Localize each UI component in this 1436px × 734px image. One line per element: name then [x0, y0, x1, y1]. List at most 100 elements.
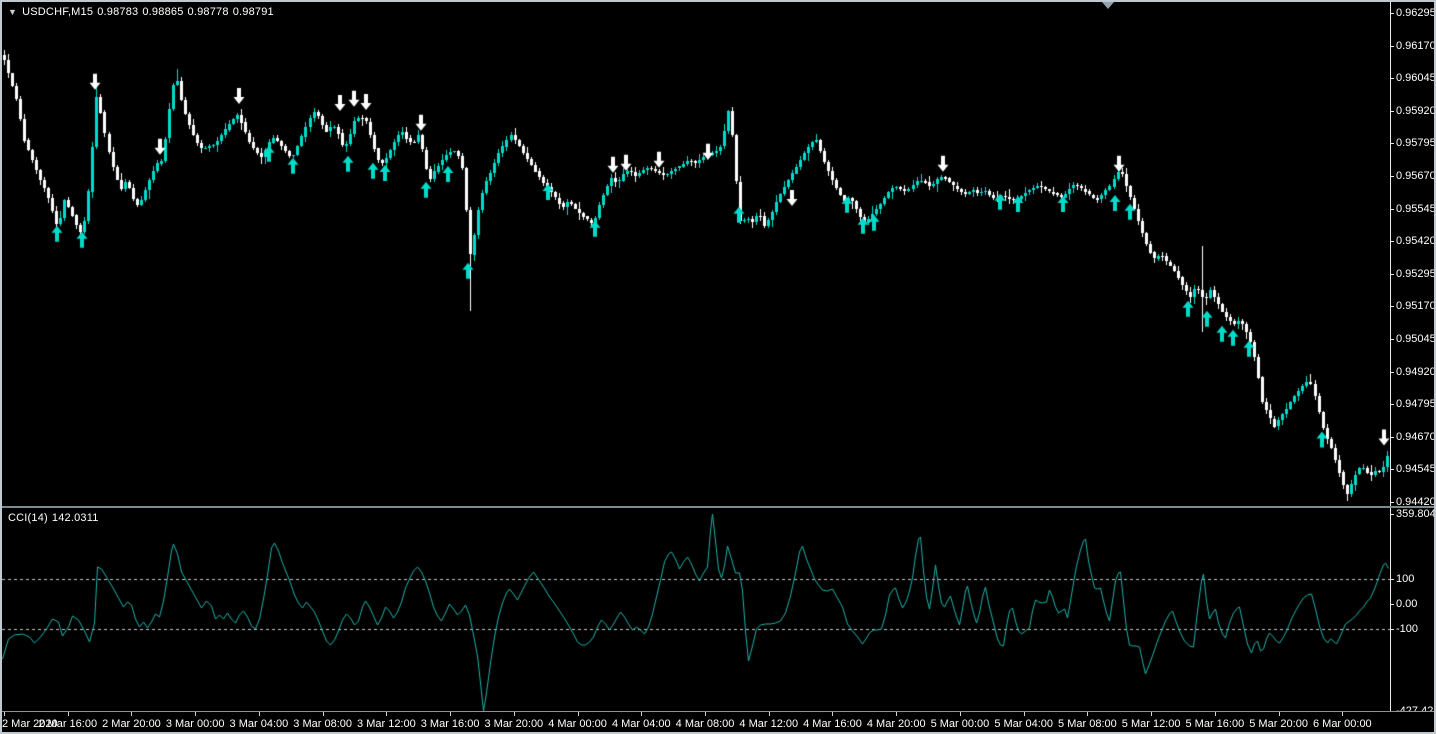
- cci-axis-label: -100: [1396, 623, 1418, 635]
- time-axis-tick: [769, 712, 770, 716]
- cci-axis-label: 0.00: [1396, 598, 1417, 610]
- time-axis-label: 5 Mar 20:00: [1249, 718, 1308, 730]
- cci-axis-label: 100: [1396, 573, 1414, 585]
- time-axis-label: 3 Mar 16:00: [421, 718, 480, 730]
- time-axis-label: 5 Mar 16:00: [1186, 718, 1245, 730]
- price-axis-tick: [1390, 143, 1394, 144]
- price-axis-tick: [1390, 306, 1394, 307]
- cci-axis-tick: [1390, 604, 1394, 605]
- price-axis-tick: [1390, 209, 1394, 210]
- time-axis-label: 5 Mar 04:00: [994, 718, 1053, 730]
- time-axis-label: 4 Mar 00:00: [548, 718, 607, 730]
- time-axis-scale[interactable]: 2 Mar 20202 Mar 16:002 Mar 20:003 Mar 00…: [2, 711, 1434, 733]
- price-axis-label: 0.94920: [1396, 366, 1436, 378]
- price-axis-tick: [1390, 13, 1394, 14]
- cci-indicator-canvas[interactable]: [2, 508, 1390, 711]
- pane-separator[interactable]: [2, 506, 1434, 508]
- time-axis-label: 4 Mar 04:00: [612, 718, 671, 730]
- price-axis-tick: [1390, 404, 1394, 405]
- time-axis-tick: [1279, 712, 1280, 716]
- price-axis-label: 0.94795: [1396, 398, 1436, 410]
- time-axis-tick: [514, 712, 515, 716]
- price-axis-label: 0.95670: [1396, 170, 1436, 182]
- time-axis-tick: [1342, 712, 1343, 716]
- price-axis-label: 0.94545: [1396, 463, 1436, 475]
- price-axis-label: 0.95420: [1396, 235, 1436, 247]
- time-axis-tick: [960, 712, 961, 716]
- chart-shift-marker[interactable]: [1102, 2, 1114, 9]
- quote-close: 0.98791: [233, 6, 274, 18]
- symbol-period-label: USDCHF,M15: [22, 6, 93, 18]
- time-axis-label: 4 Mar 20:00: [867, 718, 926, 730]
- price-axis-tick: [1390, 274, 1394, 275]
- price-axis-tick: [1390, 437, 1394, 438]
- time-axis-label: 4 Mar 16:00: [803, 718, 862, 730]
- price-axis-label: 0.95045: [1396, 333, 1436, 345]
- price-chart-canvas[interactable]: [2, 2, 1390, 506]
- price-axis-tick: [1390, 502, 1394, 503]
- price-axis-tick: [1390, 241, 1394, 242]
- time-axis-label: 3 Mar 12:00: [357, 718, 416, 730]
- price-axis-label: 0.96295: [1396, 7, 1436, 19]
- chart-window: ▼USDCHF,M150.987830.988650.987780.98791 …: [0, 0, 1436, 734]
- time-axis-tick: [323, 712, 324, 716]
- time-axis-tick: [195, 712, 196, 716]
- price-axis-tick: [1390, 46, 1394, 47]
- cci-axis-tick: [1390, 579, 1394, 580]
- quote-high: 0.98865: [142, 6, 183, 18]
- time-axis-tick: [896, 712, 897, 716]
- time-axis-label: 6 Mar 00:00: [1313, 718, 1372, 730]
- price-axis-label: 0.95920: [1396, 105, 1436, 117]
- time-axis-label: 5 Mar 00:00: [931, 718, 990, 730]
- time-axis-tick: [68, 712, 69, 716]
- price-axis-label: 0.95795: [1396, 137, 1436, 149]
- price-axis-scale[interactable]: 0.962950.961700.960450.959200.957950.956…: [1390, 2, 1432, 506]
- time-axis-label: 4 Mar 12:00: [739, 718, 798, 730]
- time-axis-tick: [1087, 712, 1088, 716]
- quote-open: 0.98783: [97, 6, 138, 18]
- time-axis-label: 3 Mar 20:00: [484, 718, 543, 730]
- cci-axis-tick: [1390, 629, 1394, 630]
- time-axis-label: 5 Mar 12:00: [1122, 718, 1181, 730]
- price-axis-tick: [1390, 78, 1394, 79]
- cci-pane-title: CCI(14) 142.0311: [8, 512, 99, 524]
- time-axis-tick: [1024, 712, 1025, 716]
- time-axis-label: 3 Mar 00:00: [166, 718, 225, 730]
- price-axis-tick: [1390, 111, 1394, 112]
- time-axis-tick: [1215, 712, 1216, 716]
- price-axis-label: 0.96170: [1396, 40, 1436, 52]
- cci-axis-scale[interactable]: 359.8041000.00-100-427.4259: [1390, 508, 1432, 711]
- time-axis-tick: [832, 712, 833, 716]
- price-axis-label: 0.95545: [1396, 203, 1436, 215]
- cci-axis-tick: [1390, 514, 1394, 515]
- price-axis-label: 0.94670: [1396, 431, 1436, 443]
- price-axis-tick: [1390, 176, 1394, 177]
- price-axis-tick: [1390, 372, 1394, 373]
- collapse-triangle-icon[interactable]: ▼: [8, 7, 17, 17]
- time-axis-tick: [259, 712, 260, 716]
- time-axis-tick: [386, 712, 387, 716]
- price-axis-label: 0.96045: [1396, 72, 1436, 84]
- cci-axis-label: 359.804: [1396, 508, 1436, 520]
- cci-value: 142.0311: [52, 512, 99, 524]
- price-axis-tick: [1390, 469, 1394, 470]
- time-axis-tick: [450, 712, 451, 716]
- time-axis-label: 2 Mar 20:00: [102, 718, 161, 730]
- time-axis-label: 4 Mar 08:00: [676, 718, 735, 730]
- time-axis-tick: [705, 712, 706, 716]
- time-axis-label: 2 Mar 16:00: [38, 718, 97, 730]
- time-axis-label: 5 Mar 08:00: [1058, 718, 1117, 730]
- time-axis-label: 3 Mar 08:00: [293, 718, 352, 730]
- time-axis-tick: [1151, 712, 1152, 716]
- price-axis-tick: [1390, 339, 1394, 340]
- time-axis-tick: [578, 712, 579, 716]
- time-axis-tick: [641, 712, 642, 716]
- price-pane-title: ▼ USDCHF,M15 0.98783 0.98865 0.98778 0.98791: [8, 6, 274, 18]
- price-axis-label: 0.95295: [1396, 268, 1436, 280]
- time-axis-tick: [131, 712, 132, 716]
- time-axis-tick: [4, 712, 5, 716]
- price-axis-label: 0.95170: [1396, 300, 1436, 312]
- quote-low: 0.98778: [188, 6, 229, 18]
- cci-indicator-label: CCI(14): [8, 512, 48, 524]
- time-axis-label: 3 Mar 04:00: [230, 718, 289, 730]
